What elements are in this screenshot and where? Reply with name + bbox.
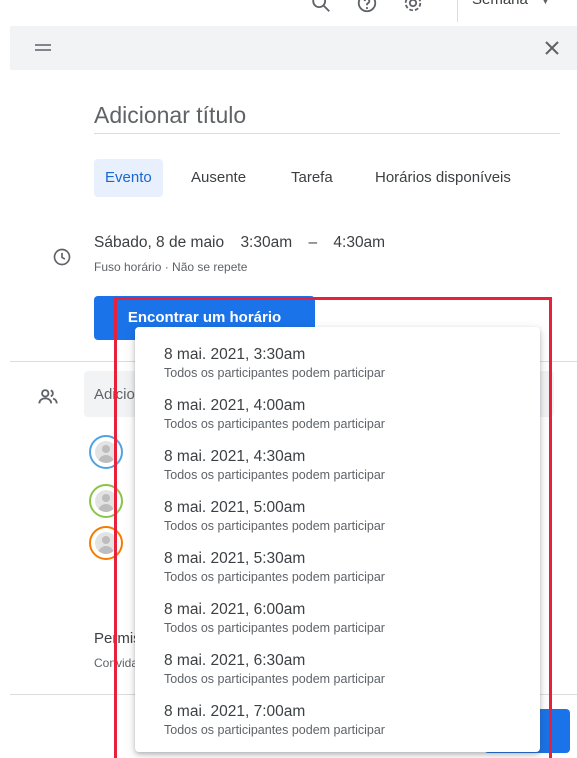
time-option[interactable]: 8 mai. 2021, 5:00am Todos os participant… bbox=[135, 494, 540, 544]
search-icon[interactable] bbox=[310, 0, 332, 14]
time-option-time: 8 mai. 2021, 3:30am bbox=[164, 346, 306, 363]
suggested-times-dropdown: 8 mai. 2021, 3:30am Todos os participant… bbox=[135, 327, 540, 752]
time-option[interactable]: 8 mai. 2021, 4:00am Todos os participant… bbox=[135, 392, 540, 442]
tab-horarios-disponiveis[interactable]: Horários disponíveis bbox=[364, 159, 522, 197]
drag-handle-icon[interactable] bbox=[35, 44, 51, 52]
calendar-toolbar: Semana ▼ bbox=[0, 0, 577, 26]
people-icon bbox=[38, 389, 58, 404]
guest-avatar[interactable] bbox=[89, 526, 123, 560]
help-icon[interactable] bbox=[356, 0, 378, 14]
time-option-time: 8 mai. 2021, 6:00am bbox=[164, 601, 306, 618]
time-option-note: Todos os participantes podem participar bbox=[164, 570, 385, 584]
time-option-note: Todos os participantes podem participar bbox=[164, 519, 385, 533]
time-option-time: 8 mai. 2021, 5:30am bbox=[164, 550, 306, 567]
time-option-time: 8 mai. 2021, 4:00am bbox=[164, 397, 306, 414]
close-icon[interactable] bbox=[540, 36, 564, 60]
time-option[interactable]: 8 mai. 2021, 6:00am Todos os participant… bbox=[135, 596, 540, 646]
time-option[interactable]: 8 mai. 2021, 5:30am Todos os participant… bbox=[135, 545, 540, 595]
view-select-label: Semana bbox=[472, 0, 528, 8]
time-option[interactable]: 8 mai. 2021, 4:30am Todos os participant… bbox=[135, 443, 540, 493]
time-option-time: 8 mai. 2021, 7:00am bbox=[164, 703, 306, 720]
time-option[interactable]: 8 mai. 2021, 6:30am Todos os participant… bbox=[135, 647, 540, 697]
event-datetime[interactable]: Sábado, 8 de maio 3:30am – 4:30am bbox=[94, 234, 397, 252]
time-option-note: Todos os participantes podem participar bbox=[164, 417, 385, 431]
time-option[interactable]: 8 mai. 2021, 3:30am Todos os participant… bbox=[135, 341, 540, 391]
tab-ausente[interactable]: Ausente bbox=[180, 159, 257, 197]
event-date[interactable]: Sábado, 8 de maio bbox=[94, 234, 224, 251]
time-option-note: Todos os participantes podem participar bbox=[164, 366, 385, 380]
time-option-time: 8 mai. 2021, 4:30am bbox=[164, 448, 306, 465]
time-range-dash: – bbox=[308, 234, 318, 251]
toolbar-divider bbox=[457, 0, 458, 22]
tab-evento[interactable]: Evento bbox=[94, 159, 163, 197]
view-select[interactable]: Semana ▼ bbox=[472, 0, 551, 8]
time-option-note: Todos os participantes podem participar bbox=[164, 468, 385, 482]
time-option-note: Todos os participantes podem participar bbox=[164, 672, 385, 686]
clock-icon bbox=[53, 248, 71, 266]
tab-tarefa[interactable]: Tarefa bbox=[280, 159, 344, 197]
dialog-header bbox=[10, 26, 577, 70]
title-input[interactable] bbox=[94, 98, 560, 134]
time-option[interactable]: 8 mai. 2021, 7:00am Todos os participant… bbox=[135, 698, 540, 748]
timezone-recurrence[interactable]: Fuso horário · Não se repete bbox=[94, 260, 247, 274]
time-option-time: 8 mai. 2021, 5:00am bbox=[164, 499, 306, 516]
time-option-time: 8 mai. 2021, 6:30am bbox=[164, 652, 306, 669]
event-start-time[interactable]: 3:30am bbox=[240, 234, 292, 251]
settings-icon[interactable] bbox=[402, 0, 424, 14]
time-option-note: Todos os participantes podem participar bbox=[164, 723, 385, 737]
event-end-time[interactable]: 4:30am bbox=[333, 234, 385, 251]
chevron-down-icon: ▼ bbox=[540, 0, 551, 7]
guest-avatar[interactable] bbox=[89, 435, 123, 469]
guest-avatar[interactable] bbox=[89, 484, 123, 518]
time-option-note: Todos os participantes podem participar bbox=[164, 621, 385, 635]
